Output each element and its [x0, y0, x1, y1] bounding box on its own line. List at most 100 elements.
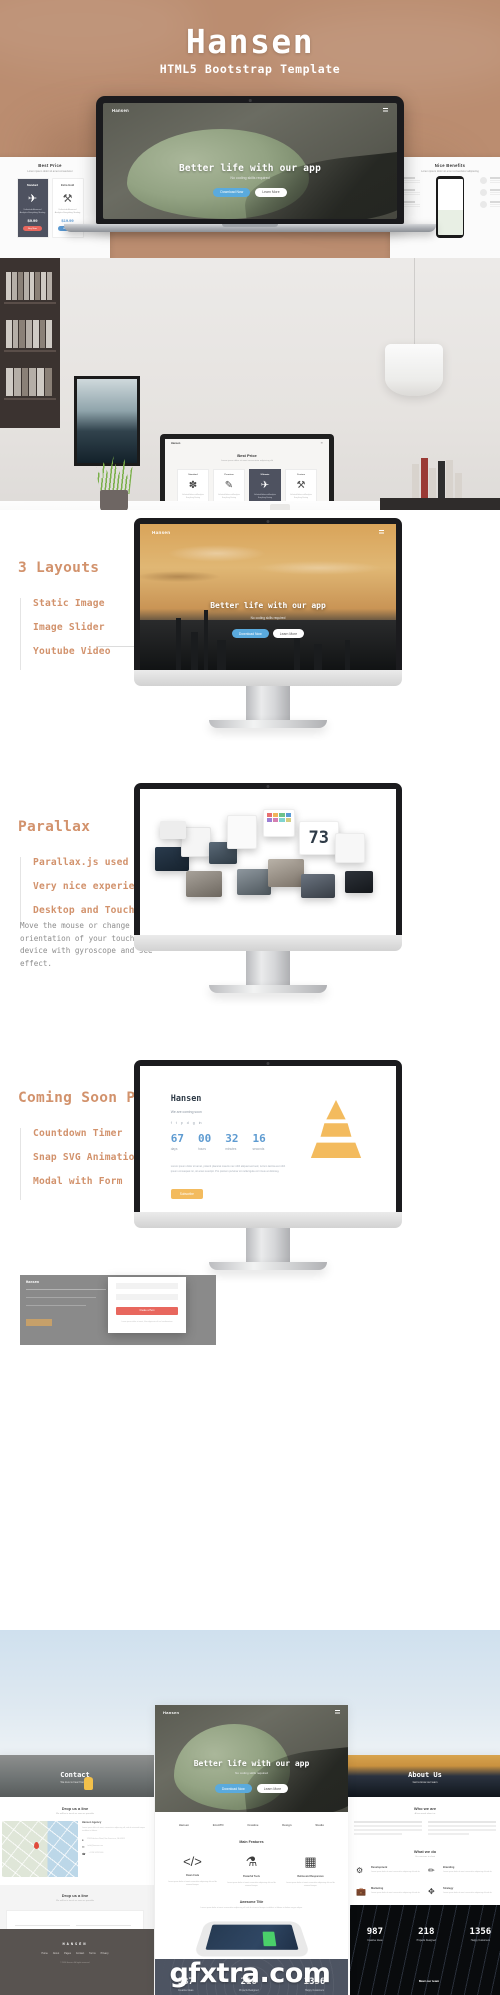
feature-title: Retina and Responsive: [297, 1875, 324, 1878]
service-item: ⚙ Development Lorem ipsum dolor sit amet c…: [356, 1865, 421, 1875]
who-we-are-title: Who we are: [413, 1806, 437, 1811]
monitor-chin: [134, 670, 402, 686]
learn-more-button[interactable]: Learn More: [272, 629, 305, 639]
hero-subheadline: No coding skills required: [250, 615, 286, 620]
monitor-bezel: Hansen We are coming soon f t p d g in 6…: [134, 1060, 402, 1212]
footer-link[interactable]: Home: [41, 1952, 47, 1955]
compass-icon: ✥: [428, 1886, 435, 1896]
showcase-section: Contact We love to hear from you Drop us…: [0, 1630, 500, 1995]
desk-photo-section: Hansen ☰ Best Price Lorem ipsum dolor si…: [0, 258, 500, 510]
form-subtitle: We will be in touch as soon as possible: [55, 1900, 95, 1902]
coming-soon-section: Coming Soon Page Countdown Timer Snap SV…: [0, 1060, 500, 1370]
pricing-card-name: Extra Gold: [60, 184, 75, 187]
modal-brand: Hansen: [26, 1280, 39, 1284]
name-field[interactable]: [15, 1919, 71, 1926]
parallax-card: [268, 859, 304, 888]
left-panel-subtitle: Lorem ipsum dolor sit amet consectetur: [27, 170, 73, 173]
download-now-button[interactable]: Download Now: [213, 187, 251, 197]
feature-row: [480, 177, 500, 184]
location-map[interactable]: [2, 1821, 78, 1877]
pricing-card-desc: Unlimited Advanced Analytics Everything …: [19, 209, 46, 215]
monitor-chin: [134, 1212, 402, 1228]
webcam-icon: [266, 520, 270, 523]
monitor-display: Hansen We are coming soon f t p d g in 6…: [140, 1066, 396, 1212]
pricing-card-name: Standard: [26, 184, 39, 187]
phone-green-card: [262, 1931, 276, 1947]
section-title-parallax: Parallax: [18, 819, 91, 835]
feature-row: [480, 189, 500, 196]
rocket-icon: ✈: [27, 193, 38, 205]
footer-link[interactable]: Terms: [89, 1952, 96, 1955]
parallax-card: [301, 873, 336, 898]
pinterest-icon[interactable]: p: [181, 1121, 183, 1125]
laptop-notch: [222, 224, 278, 227]
gear-icon: ⚙: [356, 1865, 364, 1875]
hamburger-icon[interactable]: [383, 108, 388, 112]
learn-more-button[interactable]: Learn More: [256, 1784, 289, 1794]
footer-link[interactable]: Privacy: [101, 1952, 109, 1955]
footer-link[interactable]: About: [53, 1952, 59, 1955]
modal-submit-button[interactable]: Create a Hero: [116, 1307, 178, 1315]
pen-icon: ✎: [224, 480, 234, 491]
facebook-icon[interactable]: f: [171, 1121, 172, 1125]
imac-bezel: Hansen ☰ Best Price Lorem ipsum dolor si…: [160, 434, 334, 510]
home-hero: Hansen Better life with our app No codin…: [155, 1705, 348, 1812]
countdown-label: days: [170, 1147, 178, 1152]
awesome-title: Awesome Title: [239, 1900, 264, 1905]
nav-brand[interactable]: Hansen: [152, 530, 170, 535]
page-subtitle: HTML5 Bootstrap Template: [159, 62, 341, 76]
agency-title: Hansen Agency: [81, 1821, 102, 1824]
client-logos: Hansen EnvATO Creative Design Studio: [155, 1812, 348, 1838]
laptop-mockup: Hansen Better life with our app No codin…: [64, 96, 436, 232]
hamburger-icon[interactable]: [335, 1710, 340, 1714]
service-item: 💼 Marketing Lorem ipsum dolor sit amet con…: [356, 1886, 421, 1896]
nav-menu-icon[interactable]: ☰: [321, 442, 323, 445]
parallax-canvas: 73: [140, 789, 396, 935]
feature-title: Powerful Tools: [243, 1875, 260, 1878]
monitor-display: 73: [140, 789, 396, 935]
stat-number: 987: [366, 1927, 384, 1937]
social-links[interactable]: f t p d g in: [171, 1121, 202, 1125]
linkedin-icon[interactable]: in: [199, 1121, 202, 1125]
nav-brand[interactable]: Hansen: [171, 442, 180, 445]
briefcase-icon: 💼: [356, 1886, 366, 1896]
phone-icon: ☎: [81, 1852, 86, 1857]
monitor-chin: [134, 935, 402, 951]
monitor-neck: [246, 1228, 290, 1262]
laptop-screen-bezel: Hansen Better life with our app No codin…: [96, 96, 404, 224]
email-field[interactable]: [76, 1919, 132, 1926]
learn-more-button[interactable]: Learn More: [255, 187, 287, 197]
footer-nav[interactable]: Home About Pages Contact Terms Privacy: [0, 1952, 154, 1955]
monitor-neck: [246, 686, 290, 720]
dribbble-icon[interactable]: d: [187, 1121, 189, 1125]
footer-link[interactable]: Pages: [64, 1952, 71, 1955]
download-now-button[interactable]: Download Now: [231, 629, 269, 639]
webcam-icon: [266, 785, 270, 788]
nav-brand[interactable]: Hansen: [163, 1710, 179, 1715]
about-header-title: About Us: [408, 1770, 442, 1779]
parallax-card: [160, 821, 187, 840]
countdown-value: 16: [252, 1132, 266, 1146]
pricing-section-title: Best Price: [237, 453, 257, 458]
meet-team-title: Meet our team: [418, 1979, 440, 1983]
parallax-card: [186, 870, 223, 897]
download-now-button[interactable]: Download Now: [214, 1784, 252, 1794]
pricing-card-price: $9.99: [27, 218, 38, 224]
google-plus-icon[interactable]: g: [193, 1121, 195, 1125]
twitter-icon[interactable]: t: [176, 1121, 177, 1125]
phone-screen: [204, 1924, 299, 1950]
subscribe-button[interactable]: Subscribe: [170, 1188, 203, 1199]
monitor-bezel: 73: [134, 783, 402, 935]
laptop-display: Hansen Better life with our app No codin…: [103, 103, 397, 219]
city-background-image: [140, 524, 396, 670]
layouts-section: 3 Layouts Static Image Image Slider Yout…: [0, 510, 500, 785]
brand-tagline: We are coming soon: [170, 1109, 202, 1114]
mail-icon: ✉: [81, 1845, 85, 1850]
hamburger-icon[interactable]: [379, 530, 384, 534]
brush-icon: ✏: [428, 1865, 435, 1875]
buy-now-button[interactable]: Buy Now: [23, 226, 42, 232]
footer-link[interactable]: Contact: [76, 1952, 84, 1955]
about-page-preview: About Us Get to know our team Who we are…: [346, 1755, 500, 1995]
nav-brand[interactable]: Hansen: [112, 108, 129, 113]
clouds: [140, 535, 396, 595]
